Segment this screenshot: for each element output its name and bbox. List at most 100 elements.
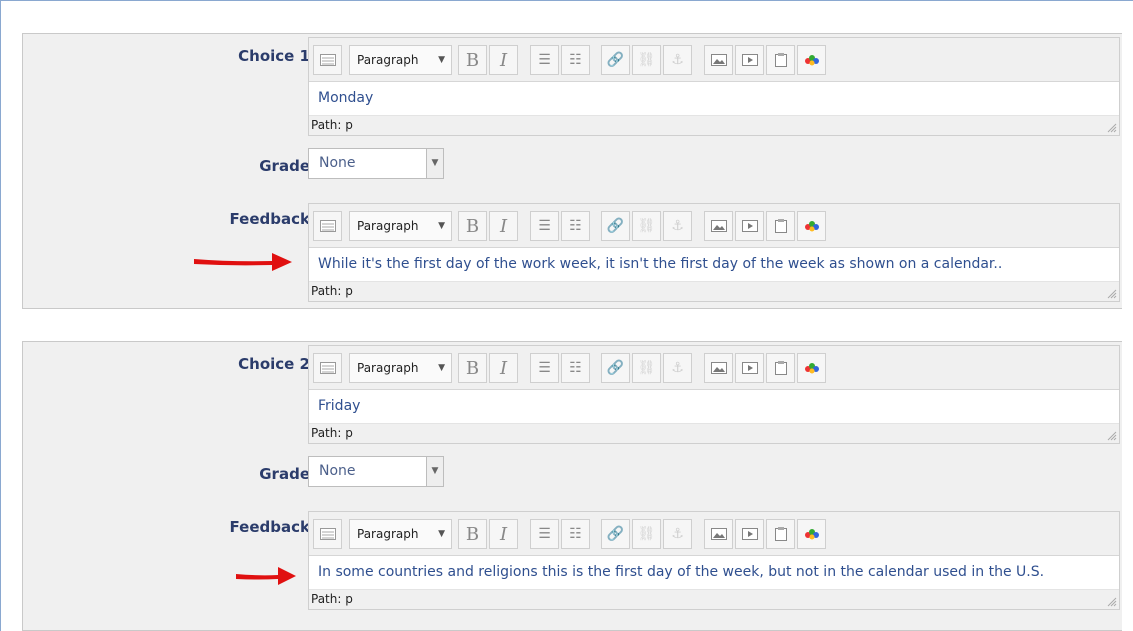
- editor-path: Path: p: [309, 115, 1119, 135]
- unlink-icon[interactable]: ⛓: [632, 353, 661, 383]
- media-icon[interactable]: [735, 211, 764, 241]
- editor-path: Path: p: [309, 589, 1119, 609]
- editor-toolbar: Paragraph ▼ B I ☰ ☷ 🔗 ⛓ ⚓: [309, 38, 1119, 82]
- chevron-down-icon: ▼: [438, 363, 445, 373]
- spellcheck-icon[interactable]: [797, 45, 826, 75]
- grade-2-value: None: [319, 463, 356, 479]
- editor-toolbar: Paragraph ▼ B I ☰ ☷ 🔗 ⛓ ⚓: [309, 204, 1119, 248]
- link-icon[interactable]: 🔗: [601, 519, 630, 549]
- link-icon[interactable]: 🔗: [601, 211, 630, 241]
- image-icon[interactable]: [704, 519, 733, 549]
- image-icon[interactable]: [704, 45, 733, 75]
- feedback-1-editor[interactable]: Paragraph ▼ B I ☰ ☷ 🔗 ⛓ ⚓ While it's the …: [308, 203, 1120, 302]
- choice-2-editor[interactable]: Paragraph ▼ B I ☰ ☷ 🔗 ⛓ ⚓ Friday Path: p: [308, 345, 1120, 444]
- feedback-2-editor[interactable]: Paragraph ▼ B I ☰ ☷ 🔗 ⛓ ⚓ In some countri…: [308, 511, 1120, 610]
- italic-icon[interactable]: I: [489, 45, 518, 75]
- paste-icon[interactable]: [766, 353, 795, 383]
- grade-1-value: None: [319, 155, 356, 171]
- toolbar-toggle-icon[interactable]: [313, 45, 342, 75]
- choice-1-block: Choice 1 Paragraph ▼ B I ☰ ☷ 🔗 ⛓ ⚓ Monda…: [22, 33, 1122, 309]
- paste-icon[interactable]: [766, 519, 795, 549]
- choice-2-block: Choice 2 Paragraph ▼ B I ☰ ☷ 🔗 ⛓ ⚓ Frida…: [22, 341, 1122, 631]
- bold-icon[interactable]: B: [458, 211, 487, 241]
- format-select[interactable]: Paragraph ▼: [349, 211, 452, 241]
- spellcheck-icon[interactable]: [797, 211, 826, 241]
- grade-1-label: Grade: [259, 157, 310, 175]
- feedback-2-label: Feedback: [229, 518, 310, 536]
- chevron-down-icon: ▼: [438, 529, 445, 539]
- path-label: Path: p: [311, 118, 353, 132]
- bold-icon[interactable]: B: [458, 45, 487, 75]
- editor-toolbar: Paragraph ▼ B I ☰ ☷ 🔗 ⛓ ⚓: [309, 346, 1119, 390]
- media-icon[interactable]: [735, 519, 764, 549]
- format-select-value: Paragraph: [357, 53, 419, 67]
- editor-path: Path: p: [309, 281, 1119, 301]
- anchor-icon[interactable]: ⚓: [663, 211, 692, 241]
- grade-2-label: Grade: [259, 465, 310, 483]
- choice-1-label: Choice 1: [238, 47, 310, 65]
- chevron-down-icon: ▼: [438, 55, 445, 65]
- red-arrow-icon: [194, 253, 292, 271]
- toolbar-toggle-icon[interactable]: [313, 353, 342, 383]
- editor-path: Path: p: [309, 423, 1119, 443]
- toolbar-toggle-icon[interactable]: [313, 211, 342, 241]
- feedback-1-label: Feedback: [229, 210, 310, 228]
- link-icon[interactable]: 🔗: [601, 45, 630, 75]
- format-select[interactable]: Paragraph ▼: [349, 45, 452, 75]
- numbered-list-icon[interactable]: ☷: [561, 211, 590, 241]
- chevron-down-icon: ▼: [426, 457, 443, 486]
- italic-icon[interactable]: I: [489, 211, 518, 241]
- bullet-list-icon[interactable]: ☰: [530, 519, 559, 549]
- format-select-value: Paragraph: [357, 527, 419, 541]
- image-icon[interactable]: [704, 211, 733, 241]
- bold-icon[interactable]: B: [458, 519, 487, 549]
- answer-text[interactable]: Monday: [309, 82, 1119, 115]
- grade-1-select[interactable]: None ▼: [308, 148, 444, 179]
- format-select-value: Paragraph: [357, 219, 419, 233]
- unlink-icon[interactable]: ⛓: [632, 45, 661, 75]
- red-arrow-icon: [236, 567, 296, 585]
- answer-text[interactable]: Friday: [309, 390, 1119, 423]
- path-label: Path: p: [311, 426, 353, 440]
- numbered-list-icon[interactable]: ☷: [561, 353, 590, 383]
- resize-grip-icon[interactable]: [1107, 289, 1117, 299]
- unlink-icon[interactable]: ⛓: [632, 519, 661, 549]
- link-icon[interactable]: 🔗: [601, 353, 630, 383]
- bullet-list-icon[interactable]: ☰: [530, 45, 559, 75]
- chevron-down-icon: ▼: [438, 221, 445, 231]
- path-label: Path: p: [311, 592, 353, 606]
- bullet-list-icon[interactable]: ☰: [530, 353, 559, 383]
- italic-icon[interactable]: I: [489, 353, 518, 383]
- paste-icon[interactable]: [766, 211, 795, 241]
- anchor-icon[interactable]: ⚓: [663, 45, 692, 75]
- media-icon[interactable]: [735, 45, 764, 75]
- chevron-down-icon: ▼: [426, 149, 443, 178]
- format-select[interactable]: Paragraph ▼: [349, 353, 452, 383]
- resize-grip-icon[interactable]: [1107, 431, 1117, 441]
- feedback-text[interactable]: While it's the first day of the work wee…: [309, 248, 1119, 281]
- resize-grip-icon[interactable]: [1107, 597, 1117, 607]
- resize-grip-icon[interactable]: [1107, 123, 1117, 133]
- unlink-icon[interactable]: ⛓: [632, 211, 661, 241]
- spellcheck-icon[interactable]: [797, 353, 826, 383]
- feedback-text[interactable]: In some countries and religions this is …: [309, 556, 1119, 589]
- choice-1-editor[interactable]: Paragraph ▼ B I ☰ ☷ 🔗 ⛓ ⚓ Monday Path: p: [308, 37, 1120, 136]
- anchor-icon[interactable]: ⚓: [663, 353, 692, 383]
- spellcheck-icon[interactable]: [797, 519, 826, 549]
- toolbar-toggle-icon[interactable]: [313, 519, 342, 549]
- bold-icon[interactable]: B: [458, 353, 487, 383]
- italic-icon[interactable]: I: [489, 519, 518, 549]
- anchor-icon[interactable]: ⚓: [663, 519, 692, 549]
- choice-2-label: Choice 2: [238, 355, 310, 373]
- format-select-value: Paragraph: [357, 361, 419, 375]
- image-icon[interactable]: [704, 353, 733, 383]
- path-label: Path: p: [311, 284, 353, 298]
- format-select[interactable]: Paragraph ▼: [349, 519, 452, 549]
- media-icon[interactable]: [735, 353, 764, 383]
- bullet-list-icon[interactable]: ☰: [530, 211, 559, 241]
- numbered-list-icon[interactable]: ☷: [561, 519, 590, 549]
- grade-2-select[interactable]: None ▼: [308, 456, 444, 487]
- paste-icon[interactable]: [766, 45, 795, 75]
- editor-toolbar: Paragraph ▼ B I ☰ ☷ 🔗 ⛓ ⚓: [309, 512, 1119, 556]
- numbered-list-icon[interactable]: ☷: [561, 45, 590, 75]
